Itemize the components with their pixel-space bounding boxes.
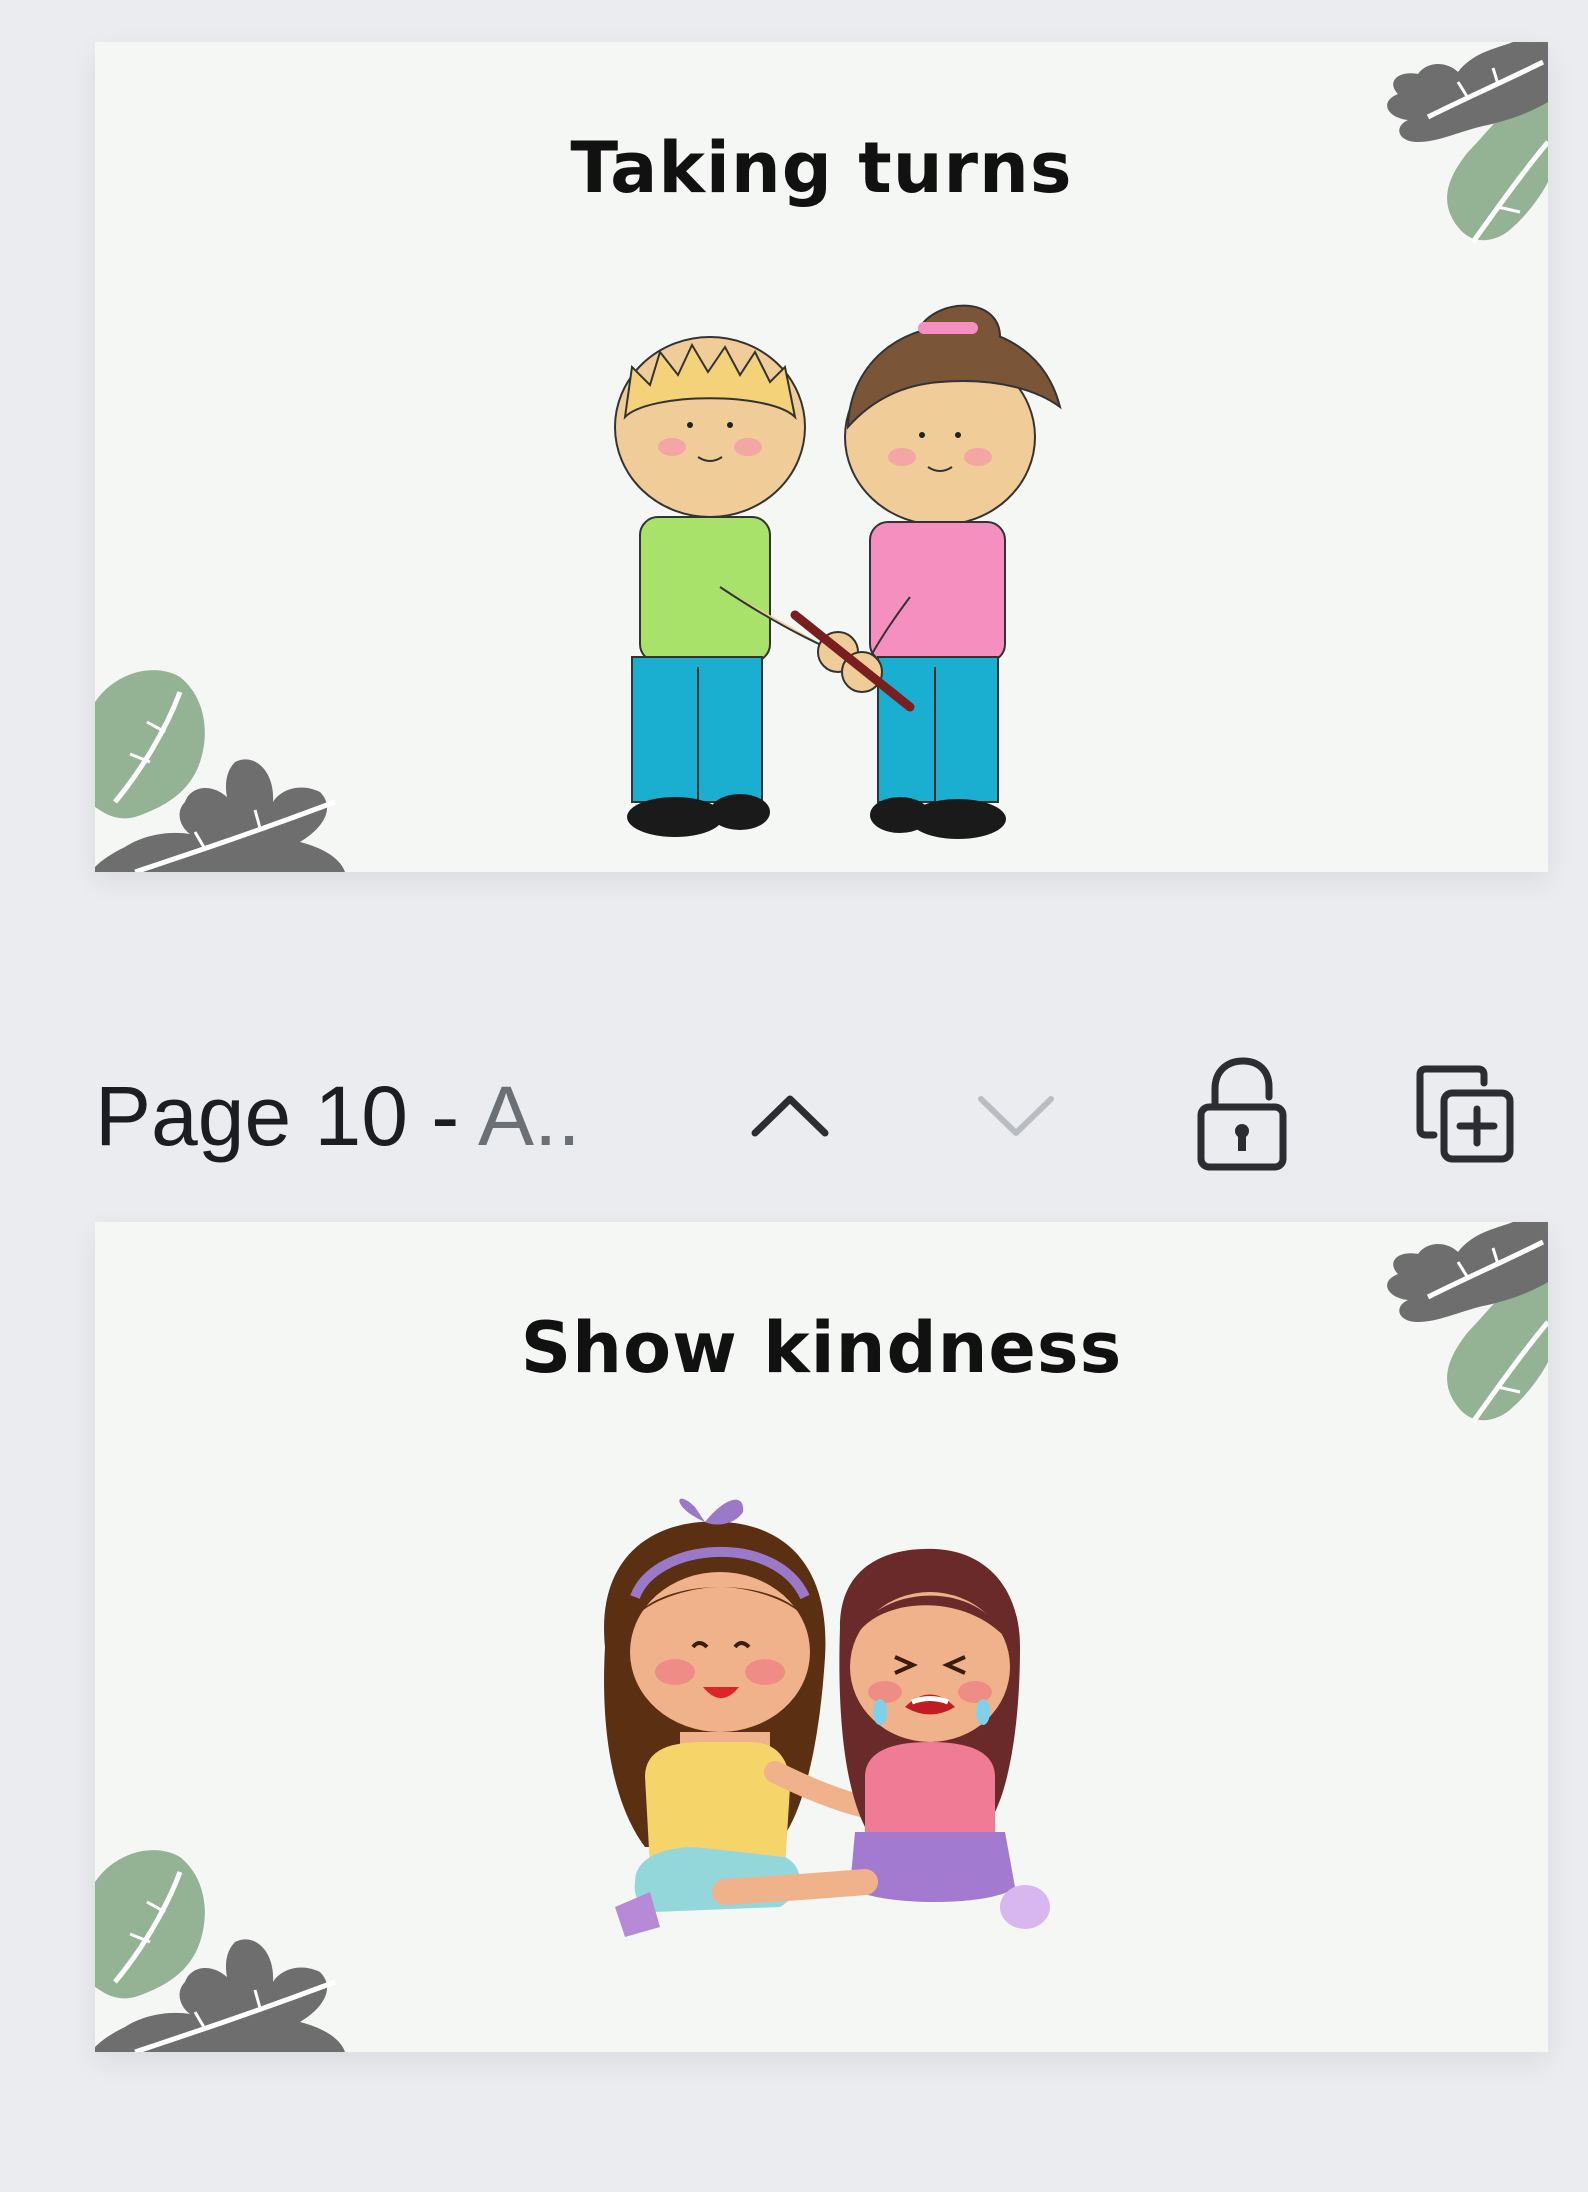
page-name-truncated: A.. xyxy=(477,1069,581,1163)
chevron-up-icon xyxy=(751,1095,829,1137)
page-9-slide[interactable]: Taking turns xyxy=(95,42,1548,872)
girl-comforting-crying-girl-illustration xyxy=(604,1498,1050,1937)
slide-title: Taking turns xyxy=(570,127,1073,209)
lock-page-button[interactable] xyxy=(1186,1057,1296,1171)
leaf-decoration-bottom-left xyxy=(95,670,345,872)
move-page-up-button[interactable] xyxy=(735,1060,845,1170)
chevron-down-icon xyxy=(978,1096,1054,1136)
page-toolbar: Page 10 - A.. xyxy=(95,1040,1548,1180)
unlock-icon xyxy=(1197,1057,1287,1171)
children-taking-turns-illustration xyxy=(614,304,1062,839)
move-page-down-button[interactable] xyxy=(961,1060,1071,1170)
page-10-slide[interactable]: Show kindness xyxy=(95,1222,1548,2052)
duplicate-page-button[interactable] xyxy=(1411,1060,1521,1170)
duplicate-page-icon xyxy=(1416,1065,1514,1163)
leaf-decoration-bottom-left xyxy=(95,1850,345,2052)
page-number-label: Page 10 - xyxy=(95,1069,478,1163)
page-title-label[interactable]: Page 10 - A.. xyxy=(95,1068,581,1165)
slide-title: Show kindness xyxy=(520,1307,1123,1389)
